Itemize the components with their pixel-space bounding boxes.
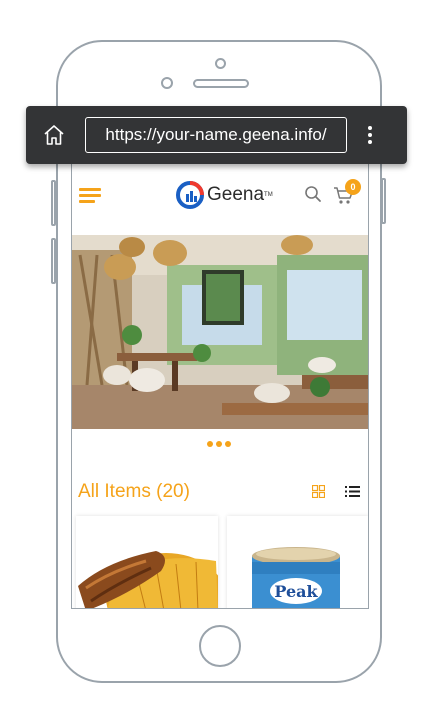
items-heading: All Items (20) <box>78 481 190 502</box>
phone-screen: Geena TM 0 All Items (20) Peak <box>71 150 369 609</box>
app-header: Geena TM 0 <box>72 176 368 216</box>
phone-home-button[interactable] <box>199 625 241 667</box>
search-icon[interactable] <box>304 185 322 203</box>
brand-trademark: TM <box>264 192 273 198</box>
grid-view-icon[interactable] <box>312 485 325 498</box>
product-card[interactable]: Peak <box>227 516 368 608</box>
browser-url-bar: https://your-name.geena.info/ <box>26 106 407 164</box>
phone-side-button <box>51 180 56 226</box>
carousel-dot[interactable] <box>225 441 231 447</box>
fried-fish-with-rice-image <box>76 516 218 608</box>
carousel-slide[interactable] <box>72 235 368 429</box>
carousel-indicators[interactable] <box>207 441 231 447</box>
geena-logo-icon <box>176 181 204 209</box>
carousel-dot[interactable] <box>207 441 213 447</box>
peak-milk-can-image: Peak <box>227 516 368 608</box>
list-view-icon[interactable] <box>345 485 360 498</box>
phone-camera <box>161 77 173 89</box>
restaurant-interior-image <box>72 235 368 429</box>
cart-count-badge: 0 <box>345 179 361 195</box>
url-input[interactable]: https://your-name.geena.info/ <box>85 117 347 153</box>
brand-logo[interactable]: Geena TM <box>176 180 273 210</box>
phone-side-button <box>51 238 56 284</box>
hamburger-icon[interactable] <box>79 188 101 204</box>
phone-speaker <box>193 79 249 88</box>
phone-side-button <box>381 178 386 224</box>
carousel-dot[interactable] <box>216 441 222 447</box>
product-card[interactable] <box>76 516 218 608</box>
brand-name: Geena <box>207 184 265 205</box>
home-icon[interactable] <box>42 123 66 147</box>
svg-text:Peak: Peak <box>274 582 318 601</box>
kebab-menu-icon[interactable] <box>363 124 377 146</box>
phone-sensor <box>215 58 226 69</box>
